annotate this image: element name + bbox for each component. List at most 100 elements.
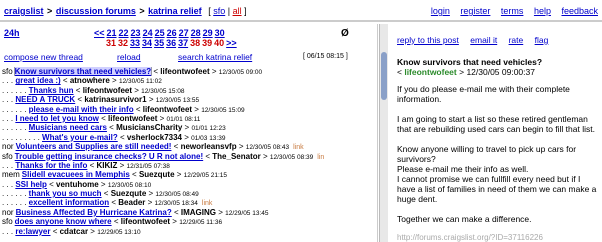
thread-subject-link[interactable]: Trouble getting insurance checks? U R no…: [15, 152, 203, 161]
page-link-29[interactable]: 29: [203, 28, 213, 38]
reply-link[interactable]: reply to this post: [397, 35, 459, 45]
thread-subject-link[interactable]: What's your e-mail?: [42, 133, 118, 142]
page-link-23[interactable]: 23: [131, 28, 141, 38]
crumb-katrina-relief[interactable]: katrina relief: [148, 6, 202, 16]
thread-indent: . . .: [2, 76, 16, 86]
search-board-link[interactable]: search katrina relief: [178, 52, 252, 62]
thread-subject-link[interactable]: thank you so much: [29, 189, 102, 198]
compose-thread-link[interactable]: compose new thread: [4, 52, 83, 62]
page-link-40[interactable]: 40: [214, 38, 224, 48]
thread-subject-link[interactable]: please e-mail with their info: [29, 105, 134, 114]
thread-subject-link[interactable]: Business Affected By Hurricane Katrina?: [16, 208, 172, 217]
top-bar: craigslist > discussion forums > katrina…: [0, 0, 602, 22]
page-link-34[interactable]: 34: [142, 38, 152, 48]
thread-subject-link[interactable]: Slidell evacuees in Memphis: [22, 170, 130, 179]
page-link-37[interactable]: 37: [178, 38, 188, 48]
thread-author: cdatcar: [59, 226, 89, 236]
thread-row: . . . NEED A TRUCK < katrinasurvivor1 > …: [2, 95, 200, 105]
page-link-26[interactable]: 26: [167, 28, 177, 38]
thread-row: . . . . . . please e-mail with their inf…: [2, 104, 245, 114]
thread-subject-link[interactable]: does anyone know where: [15, 217, 112, 226]
thread-subject-link[interactable]: Musicians need cars: [29, 123, 107, 132]
thread-row: sfo Trouble getting insurance checks? U R…: [2, 151, 325, 161]
thread-list-scrollbar[interactable]: [379, 24, 388, 242]
thread-row: . . . . . . excellent information < Bead…: [2, 198, 213, 208]
thread-region: nor: [2, 207, 14, 217]
thread-row: sfo Know survivors that need vehicles? < …: [2, 67, 263, 77]
crumb-separator: >: [139, 6, 145, 16]
period-24h-link[interactable]: 24h: [4, 28, 20, 38]
thread-indent: . . . . . .: [2, 104, 29, 114]
login-link[interactable]: login: [431, 6, 450, 16]
thread-date: 12/29/05 21:15: [183, 172, 228, 180]
collapse-icon[interactable]: Ø: [341, 28, 349, 39]
page-link-21[interactable]: 21: [107, 28, 117, 38]
thread-subject-link[interactable]: I need to let you know: [15, 114, 99, 123]
page-link-32[interactable]: 32: [118, 38, 128, 48]
thread-row: . . . Thanks for the info < KIKIZ > 12/3…: [2, 160, 170, 170]
pager-prev-link[interactable]: <<: [94, 28, 105, 38]
thread-region: sfo: [2, 151, 13, 161]
thread-subject-link[interactable]: NEED A TRUCK: [15, 95, 75, 104]
thread-date: 12/30/05 08:49: [155, 191, 199, 199]
thread-link-tag[interactable]: lin: [317, 154, 324, 161]
crumb-discussion-forums[interactable]: discussion forums: [56, 6, 136, 16]
page-link-35[interactable]: 35: [154, 38, 164, 48]
message-datetime: 12/30/05 09:00:37: [466, 67, 535, 77]
message-actions: reply to this post email it rate flag: [397, 35, 557, 45]
thread-date: 12/31/05 07:38: [126, 162, 170, 170]
page-link-39[interactable]: 39: [202, 38, 212, 48]
page-link-22[interactable]: 22: [119, 28, 129, 38]
thread-indent: . . . . . .: [2, 85, 29, 95]
feedback-link[interactable]: feedback: [561, 6, 598, 16]
thread-subject-link[interactable]: Thanks hun: [29, 86, 74, 95]
rate-link[interactable]: rate: [509, 35, 524, 45]
thread-author: Beader: [118, 198, 146, 208]
page-link-38[interactable]: 38: [190, 38, 200, 48]
message-author[interactable]: lifeontwofeet: [404, 67, 456, 77]
thread-subject-link[interactable]: Volunteers and Supplies are still needed…: [16, 142, 172, 151]
thread-subject-link[interactable]: re:lawyer: [15, 227, 50, 236]
thread-date: 12/30/05 18:34: [154, 200, 198, 208]
page-link-33[interactable]: 33: [130, 38, 140, 48]
thread-link-tag[interactable]: link: [202, 200, 213, 207]
page-link-25[interactable]: 25: [155, 28, 165, 38]
register-link[interactable]: register: [460, 6, 490, 16]
thread-row: sfo does anyone know where < lifeontwofee…: [2, 217, 223, 227]
reload-link[interactable]: reload: [117, 52, 141, 62]
message-line: Please e-mail me their info as well.: [397, 164, 529, 174]
terms-link[interactable]: terms: [501, 6, 524, 16]
thread-link-tag[interactable]: link: [293, 144, 304, 151]
thread-indent: . . .: [2, 95, 16, 105]
page-link-24[interactable]: 24: [143, 28, 153, 38]
help-link[interactable]: help: [534, 6, 551, 16]
page-navigator: << 21 22 23 24 25 26 27 28 29 30 31 32 33 34 35 36 37 38 3…: [94, 28, 254, 48]
thread-subject-link[interactable]: SSI help: [15, 180, 47, 189]
page-link-30[interactable]: 30: [215, 28, 225, 38]
scope-sfo-link[interactable]: sfo: [213, 6, 225, 16]
page-link-27[interactable]: 27: [179, 28, 189, 38]
thread-region: mem: [2, 170, 20, 180]
crumb-craigslist[interactable]: craigslist: [4, 6, 44, 16]
thread-date: 01/03 13:39: [191, 134, 226, 142]
scrollbar-thumb[interactable]: [381, 52, 387, 100]
page-link-31[interactable]: 31: [106, 38, 116, 48]
thread-row: . . . . . . . . . What's your e-mail? < …: [2, 132, 226, 142]
thread-subject-link[interactable]: excellent information: [29, 198, 109, 207]
page-link-36[interactable]: 36: [166, 38, 176, 48]
pager-next-link[interactable]: >>: [226, 38, 237, 48]
message-url: http://forums.craigslist.org/?ID=3711622…: [397, 233, 543, 242]
thread-list: sfo Know survivors that need vehicles? < …: [2, 67, 376, 236]
page-link-28[interactable]: 28: [191, 28, 201, 38]
thread-author: katrinasurvivor1: [84, 95, 147, 105]
thread-author: The_Senator: [212, 151, 261, 161]
thread-subject-link[interactable]: Thanks for the info: [15, 161, 87, 170]
message-paragraph: I am going to start a list so these reti…: [397, 114, 599, 134]
scope-all-link[interactable]: all: [233, 6, 242, 16]
flag-link[interactable]: flag: [535, 35, 549, 45]
thread-subject-link[interactable]: great idea :): [15, 76, 60, 85]
thread-subject-link[interactable]: Know survivors that need vehicles?: [13, 67, 153, 77]
scope-selector: [ sfo | all ]: [208, 6, 247, 16]
email-it-link[interactable]: email it: [470, 35, 497, 45]
thread-author: KIKIZ: [96, 160, 118, 170]
